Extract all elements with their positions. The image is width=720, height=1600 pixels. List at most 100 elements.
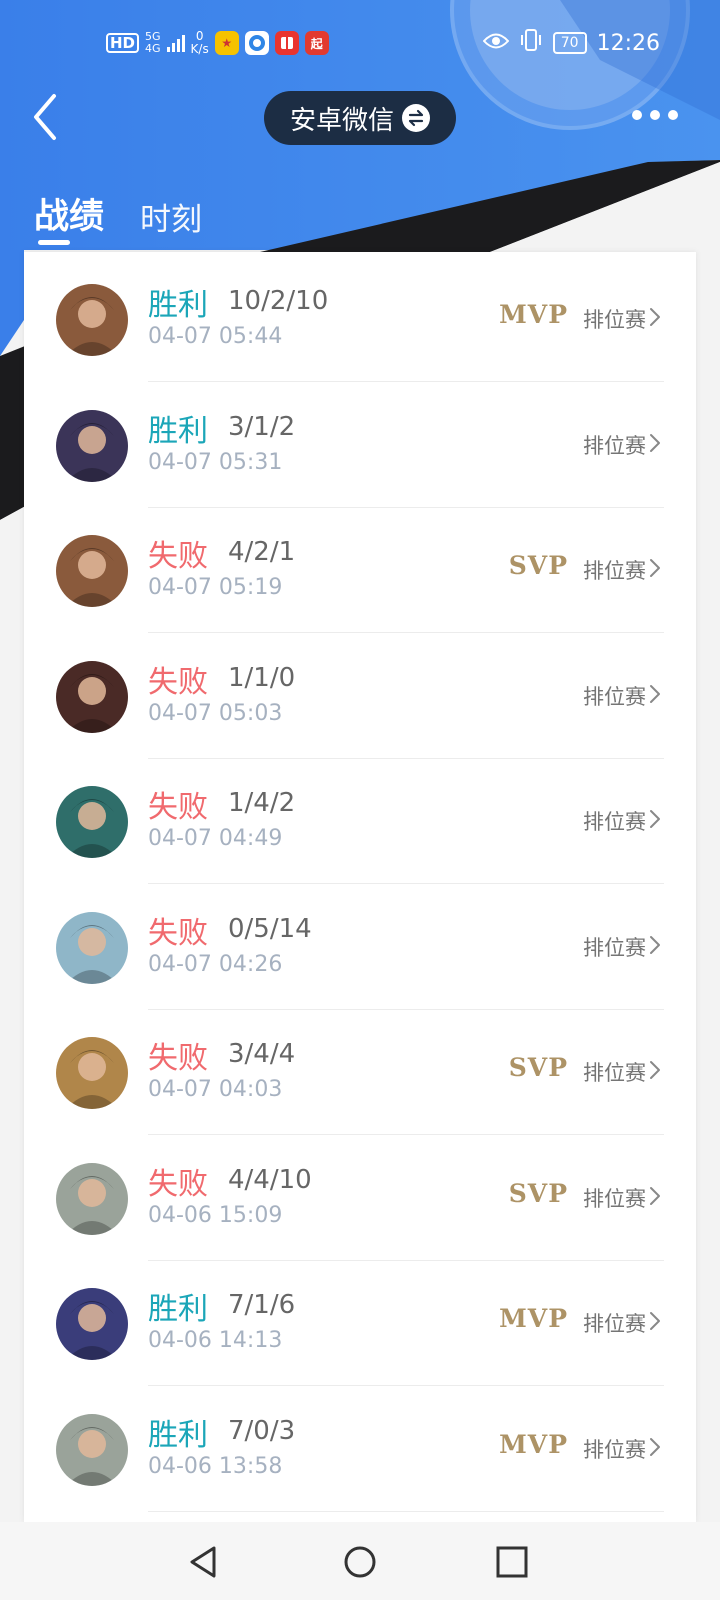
match-time: 04-06 15:09 <box>148 1202 283 1228</box>
match-kda: 7/0/3 <box>228 1415 296 1446</box>
match-type: 排位赛 <box>583 810 646 834</box>
match-result: 失败 <box>148 664 208 700</box>
hero-avatar-8 <box>56 1162 128 1235</box>
mvp-badge: MVP <box>499 300 568 329</box>
chevron-right-icon <box>650 559 660 577</box>
tab-record[interactable]: 战绩 <box>34 188 104 239</box>
network-speed: 0 K/s <box>190 29 209 56</box>
match-time: 04-07 04:49 <box>148 826 283 851</box>
match-kda: 3/1/2 <box>228 411 296 442</box>
notification-app-icon-1: ★ <box>214 31 239 55</box>
match-time: 04-07 04:03 <box>148 1077 283 1102</box>
chevron-right-icon <box>650 1186 660 1205</box>
match-row[interactable]: 失败 1/1/0 04-07 05:03 排位赛 <box>24 631 696 759</box>
svp-badge: SVP <box>508 551 568 580</box>
chevron-left-icon <box>34 94 56 140</box>
match-row[interactable]: 失败 4/2/1 04-07 05:19 SVP 排位赛 <box>24 505 696 633</box>
match-kda: 0/5/14 <box>228 913 312 944</box>
match-type: 排位赛 <box>583 433 646 458</box>
hero-avatar-7 <box>56 1037 128 1109</box>
more-dot-icon <box>650 110 660 120</box>
match-kda: 1/1/0 <box>228 662 296 693</box>
hero-avatar-10 <box>56 1413 128 1486</box>
match-type: 排位赛 <box>583 684 646 709</box>
match-result: 胜利 <box>148 1417 208 1453</box>
clock: 12:26 <box>596 30 660 56</box>
match-kda: 7/1/6 <box>228 1290 296 1320</box>
chevron-right-icon <box>650 1061 660 1079</box>
match-result: 失败 <box>148 1166 208 1202</box>
notification-app-icon-4: 起 <box>304 31 329 55</box>
match-row[interactable]: 胜利 10/2/10 04-07 05:44 MVP 排位赛 <box>24 254 696 382</box>
chevron-right-icon <box>650 1312 660 1330</box>
match-result: 胜利 <box>148 1292 208 1327</box>
match-type: 排位赛 <box>583 308 646 332</box>
match-kda: 4/4/10 <box>228 1164 312 1195</box>
triangle-back-icon <box>190 1546 216 1578</box>
chevron-right-icon <box>650 308 660 326</box>
match-time: 04-06 14:13 <box>148 1328 283 1353</box>
notification-app-icon-3 <box>274 31 299 55</box>
match-type: 排位赛 <box>583 935 646 960</box>
system-navigation-bar <box>0 1522 720 1600</box>
hero-avatar-5 <box>56 786 128 858</box>
account-switcher-button[interactable]: 安卓微信 <box>264 91 456 145</box>
circle-home-icon <box>344 1546 376 1578</box>
hero-avatar-4 <box>56 660 128 733</box>
battery-icon: 70 <box>552 32 587 54</box>
match-type: 排位赛 <box>583 1061 646 1085</box>
nav-recents-button[interactable] <box>490 1540 534 1584</box>
match-time: 04-07 05:44 <box>148 324 283 349</box>
match-result: 失败 <box>148 790 208 825</box>
status-right: 70 12:26 <box>482 28 660 58</box>
match-time: 04-06 13:58 <box>148 1453 283 1479</box>
status-left: HD 5G 4G 0 K/s ★ 起 <box>106 30 329 56</box>
match-row[interactable]: 胜利 7/1/6 04-06 14:13 MVP 排位赛 <box>24 1258 696 1386</box>
match-row[interactable]: 失败 1/4/2 04-07 04:49 排位赛 <box>24 756 696 884</box>
match-time: 04-07 04:26 <box>148 951 283 977</box>
nav-back-button[interactable] <box>182 1540 226 1584</box>
match-type: 排位赛 <box>583 1437 646 1462</box>
match-time: 04-07 05:31 <box>148 449 283 475</box>
network-type: 5G 4G <box>145 30 161 55</box>
match-kda: 1/4/2 <box>228 788 296 818</box>
hero-avatar-1 <box>56 284 128 356</box>
match-row[interactable]: 胜利 3/1/2 04-07 05:31 排位赛 <box>24 380 696 508</box>
status-bar: HD 5G 4G 0 K/s ★ 起 70 12:26 <box>0 28 720 64</box>
hero-avatar-6 <box>56 911 128 984</box>
hero-avatar-9 <box>56 1288 128 1360</box>
hero-avatar-3 <box>56 535 128 607</box>
match-kda: 10/2/10 <box>228 286 329 316</box>
match-result: 胜利 <box>148 413 208 449</box>
match-type: 排位赛 <box>583 559 646 583</box>
chevron-right-icon <box>650 433 660 452</box>
more-options-button[interactable] <box>632 110 678 120</box>
match-row[interactable]: 胜利 7/0/3 04-06 13:58 MVP 排位赛 <box>24 1384 696 1512</box>
mvp-badge: MVP <box>499 1429 568 1459</box>
match-type: 排位赛 <box>583 1312 646 1336</box>
tab-moments[interactable]: 时刻 <box>140 194 202 239</box>
eye-icon <box>482 31 510 56</box>
account-name: 安卓微信 <box>289 105 394 136</box>
match-row[interactable]: 失败 3/4/4 04-07 04:03 SVP 排位赛 <box>24 1007 696 1135</box>
signal-icon <box>166 34 185 52</box>
match-row[interactable]: 失败 0/5/14 04-07 04:26 排位赛 <box>24 882 696 1010</box>
hero-avatar-2 <box>56 409 128 482</box>
notification-app-icon-2 <box>244 31 269 55</box>
back-button[interactable] <box>28 92 68 142</box>
match-result: 胜利 <box>148 288 208 323</box>
switch-icon <box>402 104 430 132</box>
square-recents-icon <box>496 1546 528 1578</box>
svp-badge: SVP <box>508 1178 568 1208</box>
match-list: 胜利 10/2/10 04-07 05:44 MVP 排位赛 胜利 3/1/2 04-07 0… <box>24 252 696 1522</box>
match-row[interactable]: 失败 4/4/10 04-06 15:09 SVP 排位赛 <box>24 1133 696 1261</box>
chevron-right-icon <box>650 935 660 954</box>
nav-home-button[interactable] <box>338 1540 382 1584</box>
svp-badge: SVP <box>508 1053 568 1082</box>
match-result: 失败 <box>148 915 208 951</box>
match-result: 失败 <box>148 1041 208 1076</box>
chevron-right-icon <box>650 1437 660 1456</box>
mvp-badge: MVP <box>499 1304 568 1333</box>
more-dot-icon <box>668 110 678 120</box>
match-kda: 4/2/1 <box>228 537 296 567</box>
